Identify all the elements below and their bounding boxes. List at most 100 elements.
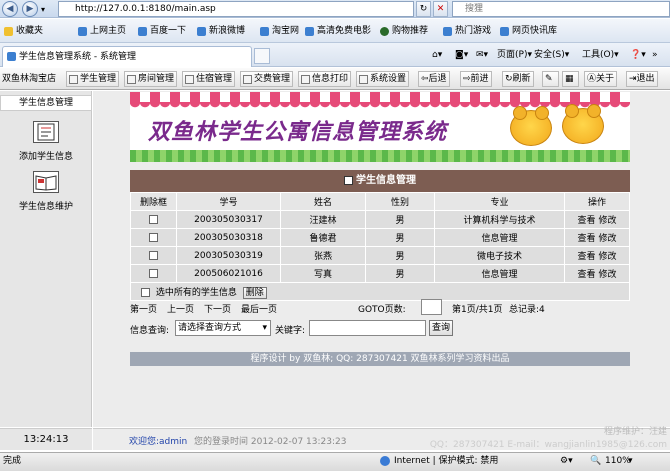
toolbar-exit[interactable]: ⇥ 退出 [626, 71, 658, 87]
toolbar-grid-icon[interactable]: ▦ [562, 71, 579, 87]
banner: 双鱼林学生公寓信息管理系统 [130, 92, 630, 162]
credits-bar: 程序设计 by 双鱼林; QQ: 287307421 双鱼林系列学习资料出品 [130, 352, 630, 366]
clock: 13:24:13 [0, 428, 92, 450]
student-table: 学生信息管理 删除框 学号 姓名 性别 专业 操作 200305030317 汪… [130, 170, 630, 301]
cell-actions: 查看 修改 [564, 246, 630, 265]
edit-link[interactable]: 修改 [598, 270, 616, 280]
zone-settings-icon[interactable]: ⚙▾ [560, 453, 573, 470]
cell-sex: 男 [365, 264, 435, 283]
favorite-link[interactable]: 淘宝网 [260, 24, 299, 38]
menu-tools[interactable]: 工具(O) ▾ [582, 48, 619, 62]
sidebar: 学生信息管理 添加学生信息 学生信息维护 [0, 91, 92, 427]
view-link[interactable]: 查看 [578, 252, 596, 262]
table-row: 200305030318 鲁德君 男 信息管理 查看 修改 [130, 228, 630, 247]
banner-grass [130, 150, 630, 162]
book-icon [33, 171, 59, 193]
toolbar-forward[interactable]: ⇨ 前进 [460, 71, 492, 87]
favorite-link[interactable]: 百度一下 [138, 24, 186, 38]
delete-button[interactable]: 删除 [242, 286, 267, 299]
edit-link[interactable]: 修改 [598, 234, 616, 244]
toolbar-about[interactable]: Ⓐ 关于 [584, 71, 618, 87]
forward-icon[interactable]: ▶ [22, 1, 38, 17]
col-name: 姓名 [280, 192, 366, 211]
favorite-link[interactable]: 高清免费电影 [305, 24, 371, 38]
url-input[interactable]: http://127.0.0.1:8180/main.asp [58, 1, 414, 17]
next-page-link[interactable]: 下一页 [204, 302, 231, 315]
last-page-link[interactable]: 最后一页 [241, 302, 277, 315]
favorite-link[interactable]: 热门游戏 [443, 24, 491, 38]
toolbar-edit-icon[interactable]: ✎ [542, 71, 559, 87]
refresh-icon[interactable]: ↻ [416, 1, 431, 17]
row-checkbox[interactable] [149, 268, 158, 278]
row-checkbox[interactable] [149, 250, 158, 260]
store-link[interactable]: 双鱼林淘宝店 [2, 71, 56, 87]
exit-icon: ⇥ [629, 74, 637, 84]
refresh-icon: ↻ [505, 74, 513, 84]
toolbar-student-management[interactable]: 学生管理 [66, 71, 120, 87]
view-link[interactable]: 查看 [578, 270, 596, 280]
toolbar-print[interactable]: 信息打印 [298, 71, 352, 87]
sidebar-item-maintain[interactable]: 学生信息维护 [0, 171, 92, 212]
table-row: 200506021016 写真 男 信息管理 查看 修改 [130, 264, 630, 283]
toolbar-room-management[interactable]: 房间管理 [124, 71, 178, 87]
edit-icon [344, 175, 353, 185]
view-link[interactable]: 查看 [578, 216, 596, 226]
zoom-icon[interactable]: 🔍 [590, 453, 601, 470]
goto-label: GOTO页数: [358, 305, 406, 315]
query-button[interactable]: 查询 [429, 320, 454, 336]
toolbar-fee-management[interactable]: 交费管理 [240, 71, 294, 87]
feed-icon[interactable]: ◙▾ [455, 48, 468, 62]
edit-link[interactable]: 修改 [598, 252, 616, 262]
table-row: 200305030317 汪建林 男 计算机科学与技术 查看 修改 [130, 210, 630, 229]
row-checkbox[interactable] [149, 214, 158, 224]
extend-icon[interactable]: » [652, 48, 658, 62]
bear-mascot-icon [510, 106, 552, 146]
address-bar: ◀ ▶ ▾ http://127.0.0.1:8180/main.asp ↻ ✕… [0, 0, 670, 18]
select-all-label: 选中所有的学生信息 [155, 287, 237, 298]
prev-page-link[interactable]: 上一页 [167, 302, 194, 315]
cell-major: 信息管理 [434, 228, 565, 247]
banner-scallop [130, 102, 630, 110]
query-select[interactable]: 请选择查询方式 ▾ [175, 320, 271, 336]
menu-page[interactable]: 页面(P) ▾ [497, 48, 532, 62]
favorite-link[interactable]: 网页快讯库 [500, 24, 557, 38]
page-icon [500, 26, 509, 36]
maintainer-text: 程序维护：汪建 [603, 427, 667, 437]
banner-stripes [130, 92, 630, 102]
select-all-checkbox[interactable] [141, 287, 150, 297]
new-tab-button[interactable] [254, 48, 270, 64]
menu-security[interactable]: 安全(S) ▾ [534, 48, 569, 62]
mail-icon[interactable]: ✉▾ [476, 48, 488, 62]
tab-main[interactable]: 学生信息管理系统 - 系统管理 [2, 46, 252, 67]
toolbar-settings[interactable]: 系统设置 [356, 71, 410, 87]
keyword-input[interactable] [309, 320, 426, 336]
table-header-row: 删除框 学号 姓名 性别 专业 操作 [130, 192, 630, 211]
zoom-level[interactable]: 110% [605, 453, 631, 470]
chevron-down-icon[interactable]: ▾ [628, 453, 633, 470]
first-page-link[interactable]: 第一页 [130, 302, 157, 315]
favorite-link[interactable]: 上网主页 [78, 24, 126, 38]
chevron-down-icon[interactable]: ▾ [41, 5, 45, 14]
status-text: 完成 [3, 456, 22, 466]
page-icon [197, 26, 206, 36]
favorite-link[interactable]: 新浪微博 [197, 24, 245, 38]
back-icon[interactable]: ◀ [2, 1, 18, 17]
goto-input[interactable] [421, 299, 442, 315]
status-bar: 完成 Internet | 保护模式: 禁用 ⚙▾ 🔍 110% ▾ [0, 452, 670, 471]
view-link[interactable]: 查看 [578, 234, 596, 244]
help-icon[interactable]: ❓▾ [630, 48, 646, 62]
home-icon[interactable]: ⌂▾ [432, 48, 442, 62]
favorite-link[interactable]: 购物推荐 [380, 24, 428, 38]
col-actions: 操作 [564, 192, 630, 211]
edit-link[interactable]: 修改 [598, 216, 616, 226]
stop-icon[interactable]: ✕ [433, 1, 448, 17]
row-checkbox[interactable] [149, 232, 158, 242]
toolbar-lodging-management[interactable]: 住宿管理 [182, 71, 236, 87]
favorites-bar: 收藏夹 上网主页 百度一下 新浪微博 淘宝网 高清免费电影 购物推荐 热门游戏 … [0, 19, 670, 43]
toolbar-back[interactable]: ⇦ 后退 [418, 71, 450, 87]
sidebar-item-add[interactable]: 添加学生信息 [0, 121, 92, 162]
table-row: 200305030319 张燕 男 微电子技术 查看 修改 [130, 246, 630, 265]
search-input[interactable]: 搜狸 [452, 1, 670, 17]
toolbar-refresh[interactable]: ↻ 刷新 [502, 71, 534, 87]
favorites-button[interactable]: 收藏夹 [4, 24, 43, 38]
